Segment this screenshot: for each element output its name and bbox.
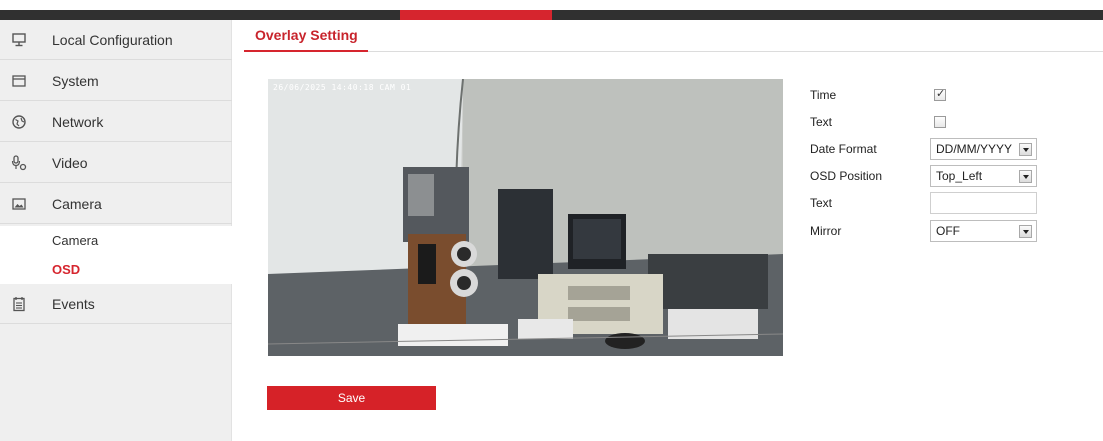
sidebar-subnav: Camera OSD xyxy=(0,226,232,284)
sidebar-item-local-configuration[interactable]: Local Configuration xyxy=(0,20,232,60)
sidebar-item-video[interactable]: Video xyxy=(0,143,232,183)
save-button[interactable]: Save xyxy=(267,386,436,410)
text-checkbox[interactable] xyxy=(934,116,946,128)
sidebar-item-events[interactable]: Events xyxy=(0,284,232,324)
sidebar-item-label: Local Configuration xyxy=(52,32,173,48)
osd-position-label: OSD Position xyxy=(810,169,883,183)
sidebar-item-label: Video xyxy=(52,155,88,171)
microphone-icon xyxy=(11,155,27,171)
sidebar-item-label: Network xyxy=(52,114,104,130)
chevron-down-icon[interactable] xyxy=(1019,143,1032,156)
globe-icon xyxy=(12,115,26,129)
chevron-down-icon[interactable] xyxy=(1019,170,1032,183)
sidebar-subitem-camera[interactable]: Camera xyxy=(52,233,98,249)
sidebar-item-network[interactable]: Network xyxy=(0,102,232,142)
sidebar: Local Configuration System Network Video… xyxy=(0,20,232,441)
tab-active-underline xyxy=(244,50,368,52)
osd-position-value: Top_Left xyxy=(936,169,983,183)
image-icon xyxy=(12,198,26,210)
osd-position-select[interactable]: Top_Left xyxy=(930,165,1037,187)
checkmark-icon: ✓ xyxy=(936,88,946,100)
date-format-label: Date Format xyxy=(810,142,877,156)
sidebar-item-label: System xyxy=(52,73,99,89)
monitor-icon xyxy=(12,33,26,47)
date-format-value: DD/MM/YYYY xyxy=(936,142,1013,156)
sidebar-item-camera[interactable]: Camera xyxy=(0,184,232,224)
top-bar-active-indicator xyxy=(400,10,552,20)
text-field-label: Text xyxy=(810,196,833,210)
camera-scene-image xyxy=(268,79,783,356)
sidebar-subitem-osd[interactable]: OSD xyxy=(52,262,80,278)
osd-timestamp: 26/06/2025 14:40:18 CAM 01 xyxy=(273,83,412,92)
mirror-label: Mirror xyxy=(810,224,842,238)
tab-overlay-setting[interactable]: Overlay Setting xyxy=(255,27,358,43)
sidebar-item-label: Camera xyxy=(52,196,102,212)
sidebar-item-system[interactable]: System xyxy=(0,61,232,101)
mirror-value: OFF xyxy=(936,224,960,238)
osd-text-input[interactable] xyxy=(930,192,1037,214)
text-checkbox-label: Text xyxy=(810,115,833,129)
time-checkbox[interactable]: ✓ xyxy=(934,88,946,101)
date-format-select[interactable]: DD/MM/YYYY xyxy=(930,138,1037,160)
chevron-down-icon[interactable] xyxy=(1019,225,1032,238)
top-bar xyxy=(0,0,1103,20)
sidebar-item-label: Events xyxy=(52,296,95,312)
time-label: Time xyxy=(810,88,837,102)
window-icon xyxy=(12,75,26,87)
video-preview: 26/06/2025 14:40:18 CAM 01 xyxy=(268,79,783,356)
calendar-icon xyxy=(13,297,25,312)
tab-divider xyxy=(244,51,1103,52)
mirror-select[interactable]: OFF xyxy=(930,220,1037,242)
